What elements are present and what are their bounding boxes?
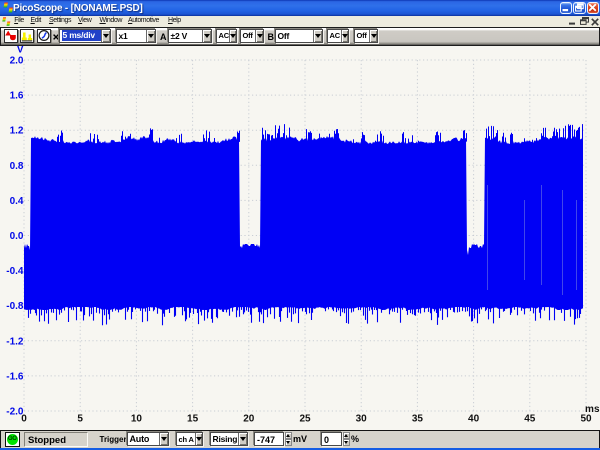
svg-text:-1.2: -1.2: [6, 336, 24, 347]
svg-text:1.6: 1.6: [10, 91, 24, 102]
svg-text:-1.6: -1.6: [6, 371, 24, 382]
svg-text:40: 40: [468, 414, 480, 425]
svg-text:0.4: 0.4: [10, 196, 24, 207]
svg-text:5: 5: [77, 414, 83, 425]
svg-text:45: 45: [524, 414, 536, 425]
svg-text:0.8: 0.8: [10, 161, 24, 172]
svg-text:25: 25: [299, 414, 311, 425]
svg-text:-0.8: -0.8: [6, 301, 24, 312]
svg-text:35: 35: [412, 414, 424, 425]
svg-text:-0.4: -0.4: [6, 266, 24, 277]
svg-text:V: V: [17, 45, 24, 56]
svg-text:ms: ms: [585, 404, 600, 415]
svg-text:2.0: 2.0: [10, 56, 24, 67]
svg-text:0.0: 0.0: [10, 231, 24, 242]
svg-text:15: 15: [187, 414, 199, 425]
svg-text:0: 0: [21, 414, 27, 425]
svg-text:20: 20: [243, 414, 255, 425]
svg-text:1.2: 1.2: [10, 126, 24, 137]
svg-text:10: 10: [131, 414, 143, 425]
svg-text:30: 30: [356, 414, 368, 425]
svg-text:50: 50: [580, 414, 592, 425]
